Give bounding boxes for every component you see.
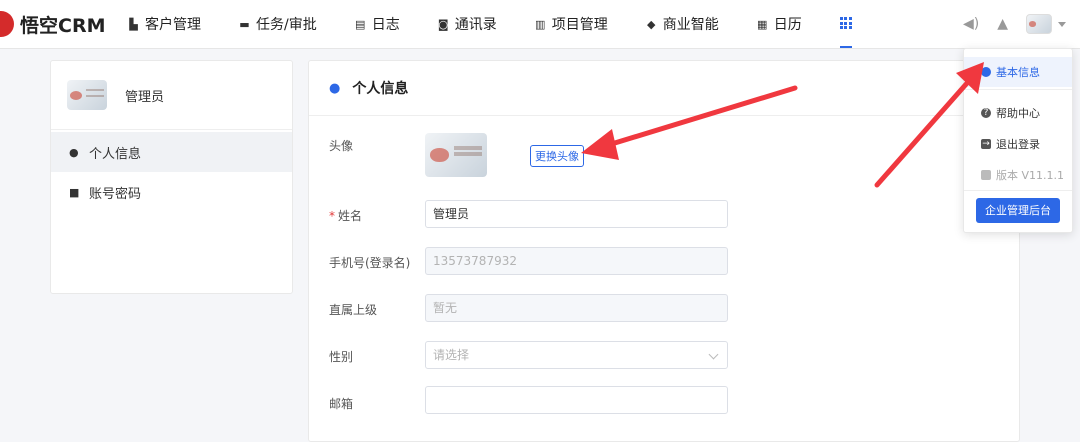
name-field[interactable]: 管理员 — [425, 200, 728, 228]
notebook-icon: ▤ — [355, 17, 366, 31]
chevron-down-icon — [708, 349, 719, 360]
nav-apps-grid[interactable] — [839, 0, 852, 48]
nav-business-intelligence[interactable]: ◆ 商业智能 — [646, 0, 719, 48]
sidebar-item-label: 个人信息 — [89, 146, 142, 162]
nav-contacts[interactable]: ◙ 通讯录 — [438, 0, 497, 48]
name-label: * 姓名 — [329, 207, 362, 224]
help-icon: ? — [981, 108, 991, 118]
calendar-icon: ▦ — [757, 17, 768, 31]
main-nav: ▙ 客户管理 ▬ 任务/审批 ▤ 日志 ◙ 通讯录 ▥ 项目管理 ◆ 商业智能 ▦ 日历 — [128, 0, 890, 48]
app-logo[interactable]: 悟空CRM — [0, 10, 105, 38]
nav-label: 项目管理 — [551, 17, 608, 33]
nav-label: 商业智能 — [662, 17, 719, 33]
contacts-icon: ◙ — [437, 17, 449, 31]
document-icon — [981, 170, 991, 180]
nav-calendar[interactable]: ▦ 日历 — [757, 0, 802, 48]
phone-field: 13573787932 — [425, 247, 728, 275]
divider — [964, 190, 1072, 191]
user-icon: ● — [69, 145, 79, 159]
nav-customer-management[interactable]: ▙ 客户管理 — [128, 0, 201, 48]
briefcase-icon: ▬ — [239, 17, 250, 31]
name-label-text: 姓名 — [338, 209, 363, 223]
nav-log[interactable]: ▤ 日志 — [355, 0, 400, 48]
logo-text: 悟空CRM — [20, 14, 106, 37]
user-dropdown-menu: 基本信息 ? 帮助中心 → 退出登录 版本 V11.1.1 企业管理后台 — [963, 48, 1073, 233]
nav-label: 通讯录 — [454, 17, 497, 33]
dropdown-logout[interactable]: → 退出登录 — [964, 129, 1072, 159]
profile-avatar — [67, 80, 107, 110]
avatar-image — [425, 133, 487, 177]
panel-header: ● 个人信息 — [309, 61, 1019, 116]
enterprise-admin-button[interactable]: 企业管理后台 — [976, 198, 1060, 223]
dropdown-label: 退出登录 — [996, 138, 1040, 151]
dropdown-label: 基本信息 — [996, 66, 1040, 79]
nav-label: 任务/审批 — [256, 17, 317, 33]
sidebar-item-label: 账号密码 — [89, 186, 142, 202]
header-tools: ◀) ▲ — [945, 0, 1066, 48]
nav-label: 日志 — [371, 17, 400, 33]
dropdown-basic-info[interactable]: 基本信息 — [964, 57, 1072, 87]
page-title: 个人信息 — [352, 81, 409, 97]
avatar-label: 头像 — [329, 139, 354, 153]
dropdown-label: 版本 V11.1.1 — [996, 169, 1065, 182]
nav-label: 客户管理 — [145, 17, 201, 33]
supervisor-label: 直属上级 — [329, 303, 378, 317]
dropdown-label: 帮助中心 — [996, 107, 1040, 120]
supervisor-field: 暂无 — [425, 294, 728, 322]
bell-icon[interactable]: ▲ — [997, 16, 1008, 32]
nav-tasks-approval[interactable]: ▬ 任务/审批 — [239, 0, 317, 48]
shield-check-icon: ◆ — [646, 17, 656, 31]
kanban-icon: ▥ — [535, 17, 546, 31]
chevron-down-icon[interactable] — [1058, 21, 1066, 27]
required-mark: * — [329, 209, 335, 223]
gender-placeholder: 请选择 — [433, 348, 470, 362]
divider — [964, 89, 1072, 90]
gender-select[interactable]: 请选择 — [425, 341, 728, 369]
top-nav-bar: 悟空CRM ▙ 客户管理 ▬ 任务/审批 ▤ 日志 ◙ 通讯录 ▥ 项目管理 ◆ 商业智能 … — [0, 0, 1080, 49]
lock-icon: ■ — [69, 185, 80, 199]
sidebar-profile: 管理员 — [51, 61, 292, 130]
apps-grid-icon — [839, 17, 852, 29]
nav-project-management[interactable]: ▥ 项目管理 — [535, 0, 608, 48]
nav-label: 日历 — [773, 17, 802, 33]
speaker-icon[interactable]: ◀) — [963, 16, 979, 32]
email-field[interactable] — [425, 386, 728, 414]
dropdown-version: 版本 V11.1.1 — [964, 160, 1072, 190]
phone-label: 手机号(登录名) — [329, 256, 411, 270]
personal-info-panel: ● 个人信息 头像 更换头像 * 姓名 管理员 手机号(登录名) 13573787… — [308, 60, 1020, 442]
sidebar-item-personal-info[interactable]: ● 个人信息 — [51, 132, 292, 172]
bar-chart-icon: ▙ — [129, 17, 138, 31]
sidebar-item-account-password[interactable]: ■ 账号密码 — [51, 172, 292, 212]
user-icon — [981, 67, 991, 77]
email-label: 邮箱 — [329, 397, 354, 411]
logo-mark-icon — [0, 11, 14, 37]
change-avatar-button[interactable]: 更换头像 — [530, 145, 584, 167]
dropdown-help-center[interactable]: ? 帮助中心 — [964, 98, 1072, 128]
user-avatar-menu[interactable] — [1026, 14, 1052, 34]
profile-name: 管理员 — [125, 89, 165, 105]
settings-sidebar: 管理员 ● 个人信息 ■ 账号密码 — [50, 60, 293, 294]
user-icon: ● — [329, 80, 341, 96]
logout-icon: → — [981, 139, 991, 149]
gender-label: 性别 — [329, 350, 354, 364]
